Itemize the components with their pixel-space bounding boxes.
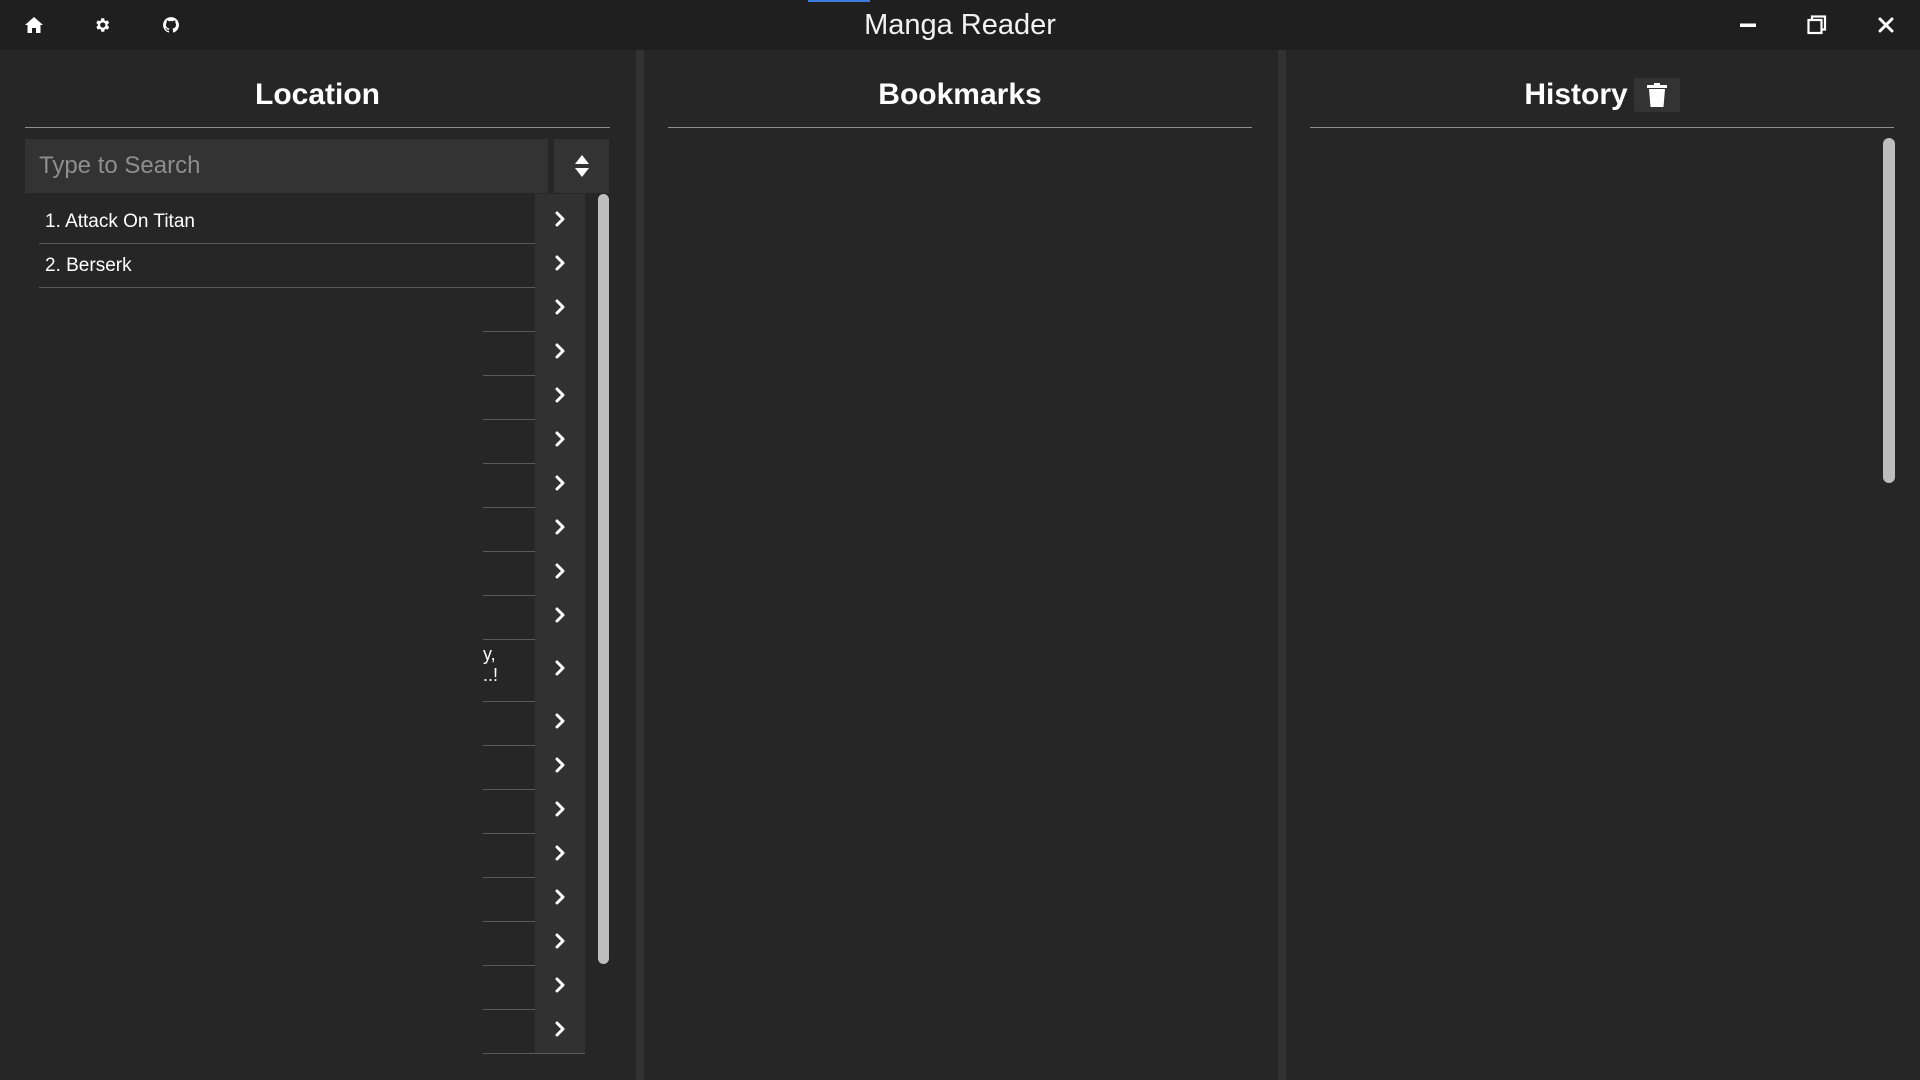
minimize-icon bbox=[1740, 23, 1756, 27]
window-title: Manga Reader bbox=[864, 9, 1056, 41]
bookmarks-header: Bookmarks bbox=[668, 62, 1252, 128]
open-item-button[interactable] bbox=[535, 238, 585, 287]
home-icon bbox=[25, 17, 43, 33]
title-bar: Manga Reader bbox=[0, 0, 1920, 50]
open-item-button[interactable] bbox=[535, 458, 585, 507]
close-button[interactable] bbox=[1852, 0, 1920, 50]
open-item-button[interactable] bbox=[535, 828, 585, 877]
home-button[interactable] bbox=[0, 0, 68, 50]
location-panel: Location 1. Attack On Titan2. Berserky, … bbox=[0, 50, 636, 1080]
github-button[interactable] bbox=[137, 0, 205, 50]
location-list: 1. Attack On Titan 2. Berserk y, ..! bbox=[0, 50, 600, 1080]
gear-icon bbox=[96, 18, 110, 32]
open-item-button[interactable] bbox=[535, 326, 585, 375]
open-item-button[interactable] bbox=[535, 740, 585, 789]
chevron-right-icon bbox=[555, 431, 565, 446]
chevron-right-icon bbox=[555, 660, 565, 675]
github-icon bbox=[163, 17, 179, 33]
bookmarks-title: Bookmarks bbox=[878, 77, 1042, 111]
panel-divider-right[interactable] bbox=[1278, 50, 1286, 1080]
bookmarks-panel: Bookmarks bbox=[644, 50, 1278, 1080]
location-list-item[interactable]: 1. Attack On Titan bbox=[39, 200, 585, 244]
chevron-right-icon bbox=[555, 713, 565, 728]
chevron-right-icon bbox=[555, 299, 565, 314]
open-item-button[interactable] bbox=[535, 634, 585, 701]
close-icon bbox=[1878, 17, 1894, 33]
title-bar-accent bbox=[808, 0, 870, 2]
open-item-button[interactable] bbox=[535, 194, 585, 243]
location-item-label: 2. Berserk bbox=[45, 255, 132, 276]
open-item-button[interactable] bbox=[535, 502, 585, 551]
history-title: History bbox=[1524, 77, 1628, 111]
open-item-button[interactable] bbox=[535, 370, 585, 419]
history-panel: History bbox=[1286, 50, 1920, 1080]
open-item-button[interactable] bbox=[535, 696, 585, 745]
location-item-label: y, ..! bbox=[483, 644, 499, 685]
panel-divider-left[interactable] bbox=[636, 50, 644, 1080]
chevron-right-icon bbox=[555, 475, 565, 490]
open-item-button[interactable] bbox=[535, 784, 585, 833]
open-item-button[interactable] bbox=[535, 872, 585, 921]
location-item-label: 1. Attack On Titan bbox=[45, 211, 195, 232]
open-item-button[interactable] bbox=[535, 590, 585, 639]
settings-button[interactable] bbox=[68, 0, 136, 50]
open-item-button[interactable] bbox=[535, 282, 585, 331]
clear-history-button[interactable] bbox=[1633, 77, 1680, 112]
open-item-button[interactable] bbox=[535, 960, 585, 1009]
chevron-right-icon bbox=[555, 211, 565, 226]
restore-icon bbox=[1807, 15, 1827, 35]
restore-button[interactable] bbox=[1783, 0, 1851, 50]
open-item-button[interactable] bbox=[535, 414, 585, 463]
open-item-button[interactable] bbox=[535, 916, 585, 965]
chevron-right-icon bbox=[555, 563, 565, 578]
history-header: History bbox=[1310, 62, 1894, 128]
chevron-right-icon bbox=[555, 757, 565, 772]
open-item-button[interactable] bbox=[535, 546, 585, 595]
minimize-button[interactable] bbox=[1714, 0, 1782, 50]
chevron-right-icon bbox=[555, 801, 565, 816]
chevron-right-icon bbox=[555, 1021, 565, 1036]
chevron-right-icon bbox=[555, 977, 565, 992]
history-scrollbar[interactable] bbox=[1883, 138, 1895, 483]
location-scrollbar[interactable] bbox=[598, 194, 609, 964]
chevron-right-icon bbox=[555, 387, 565, 402]
chevron-right-icon bbox=[555, 933, 565, 948]
chevron-right-icon bbox=[555, 607, 565, 622]
chevron-right-icon bbox=[555, 845, 565, 860]
chevron-right-icon bbox=[555, 255, 565, 270]
trash-icon bbox=[1646, 82, 1667, 107]
location-list-item[interactable]: 2. Berserk bbox=[39, 244, 585, 288]
chevron-right-icon bbox=[555, 519, 565, 534]
chevron-right-icon bbox=[555, 343, 565, 358]
chevron-right-icon bbox=[555, 889, 565, 904]
open-item-button[interactable] bbox=[535, 1004, 585, 1053]
